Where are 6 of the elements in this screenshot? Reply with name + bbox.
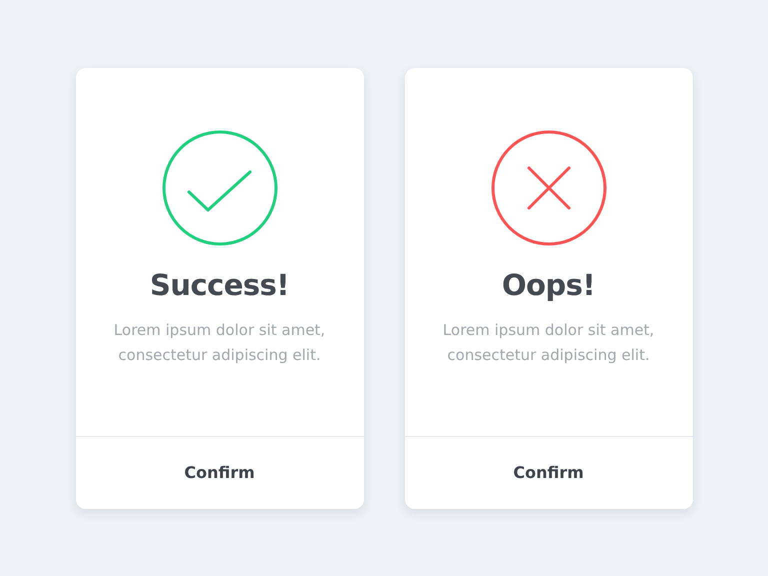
dialog-title: Success! <box>150 268 290 302</box>
dialog-message: Lorem ipsum dolor sit amet, consectetur adipiscing elit. <box>112 320 326 366</box>
dialog-title: Oops! <box>502 268 596 302</box>
confirm-button[interactable]: Confirm <box>404 436 692 508</box>
confirm-button[interactable]: Confirm <box>76 436 364 508</box>
dialog-message: Lorem ipsum dolor sit amet, consectetur adipiscing elit. <box>442 320 656 366</box>
